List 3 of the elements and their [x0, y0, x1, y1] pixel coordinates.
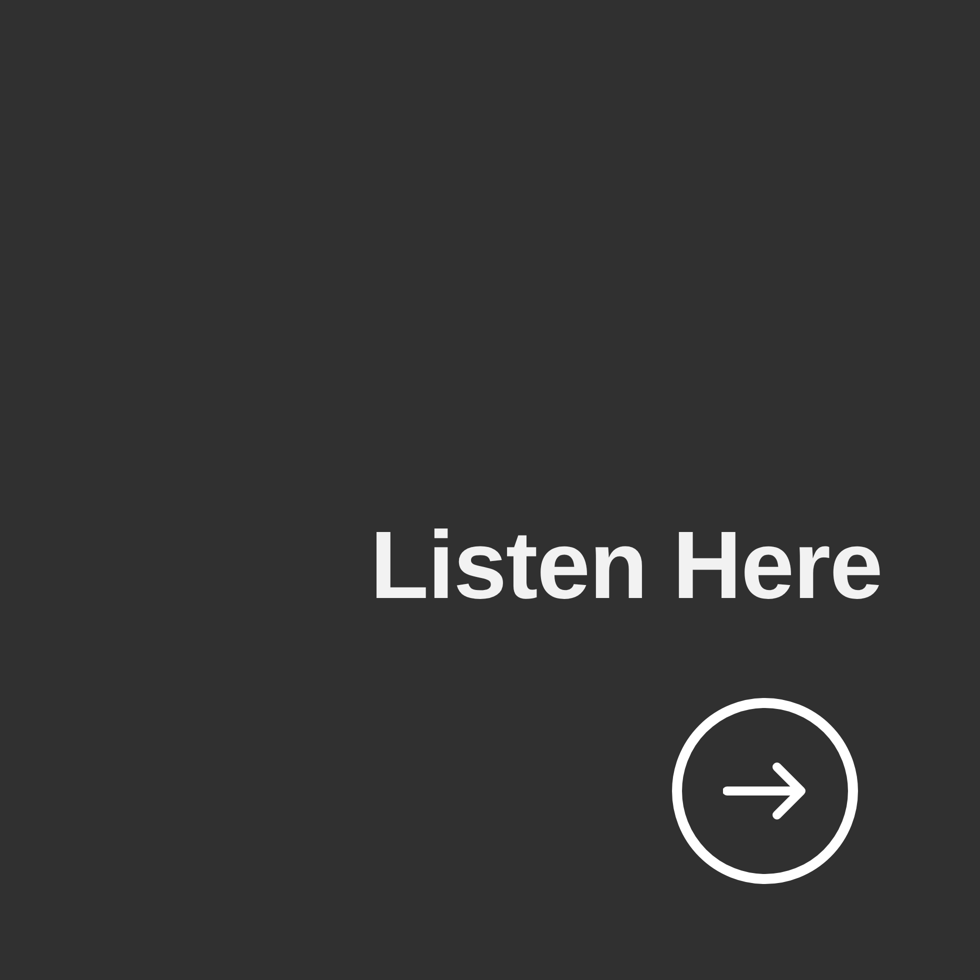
arrow-right-icon: [723, 761, 807, 821]
arrow-button[interactable]: [672, 698, 858, 884]
listen-link[interactable]: Listen Here: [370, 518, 882, 614]
